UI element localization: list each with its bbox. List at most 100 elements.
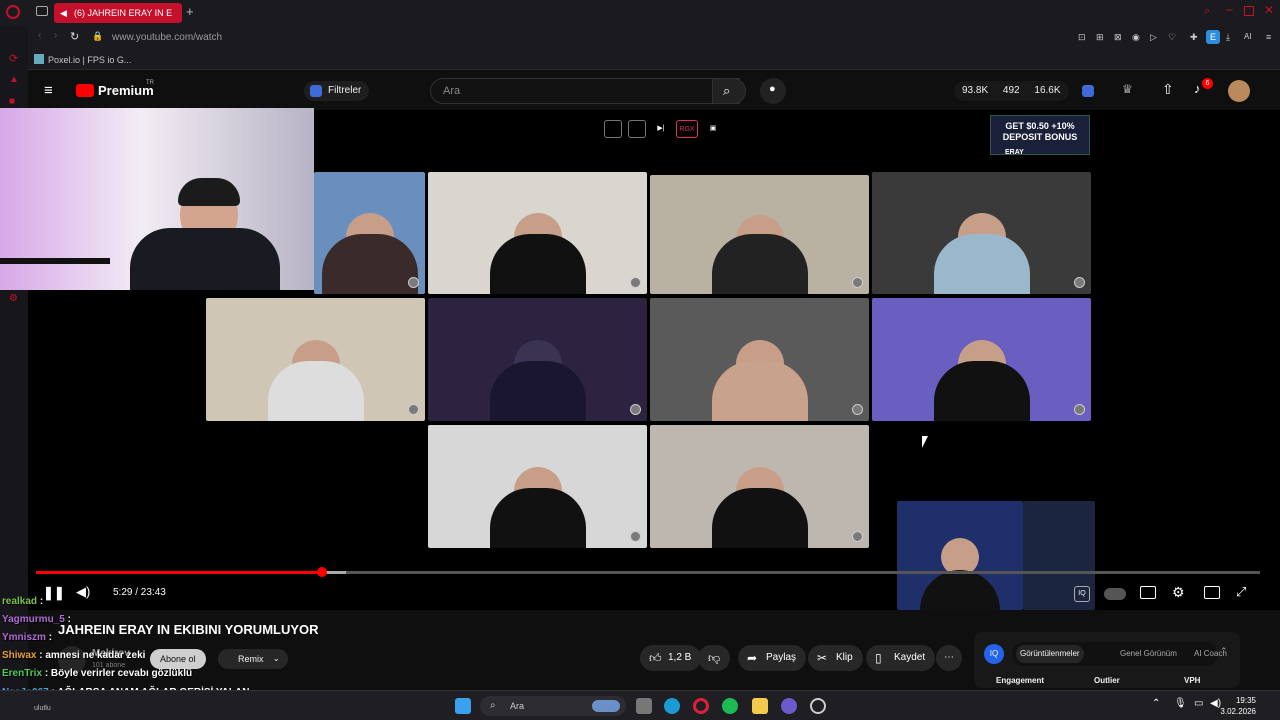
remix-button[interactable]: Remix ⌄ (218, 649, 288, 669)
subtitles-icon[interactable] (1140, 586, 1156, 599)
chat-message: Ymniszm : (2, 632, 52, 643)
bookmarks-bar: Poxel.io | FPS io G... (28, 50, 1280, 70)
ad-sub: ERAY (1005, 149, 1024, 156)
close-window-button[interactable]: ✕ (1264, 3, 1274, 17)
bell-icon[interactable]: ♪ (1194, 81, 1201, 96)
tab-overview-icon[interactable] (36, 6, 48, 16)
enter-icon[interactable] (628, 120, 646, 138)
skip-icon[interactable]: ▶| (652, 120, 670, 138)
more-button[interactable]: ⋯ (936, 645, 962, 671)
taskbar-search[interactable]: ⌕ Ara (480, 696, 626, 716)
back-icon[interactable]: ‹ (38, 30, 41, 41)
iq-panel-icon: IQ (984, 644, 1004, 664)
download-icon[interactable]: ⤓ (1226, 32, 1230, 43)
puzzle-icon[interactable]: ✚ (1190, 32, 1198, 43)
streamer-hair (178, 178, 240, 206)
url-field[interactable]: www.youtube.com/watch (112, 32, 222, 43)
rgx-button[interactable]: RGX (676, 120, 698, 138)
profile-e-icon[interactable]: E (1206, 30, 1220, 44)
task-view-icon[interactable] (636, 698, 652, 714)
chat-text: : (48, 632, 53, 643)
refresh-sidebar-icon[interactable]: ⟳ (9, 52, 18, 65)
like-count: 1,2 B (668, 652, 692, 663)
spotify-icon[interactable] (722, 698, 738, 714)
remix-label: Remix (238, 654, 264, 664)
like-button[interactable]: 👍︎ 1,2 B (640, 645, 702, 671)
tab-views[interactable]: Görüntülenmeler (1016, 645, 1084, 663)
opera-menu-icon[interactable] (6, 5, 20, 19)
webcam-7 (650, 298, 869, 421)
search-button[interactable]: ⌕ (712, 78, 746, 104)
search-input[interactable]: Ara (430, 78, 740, 104)
miniplayer-icon[interactable] (1204, 586, 1220, 599)
filter-button[interactable]: Filtreler (304, 81, 370, 101)
clip-button[interactable]: ✂ Klip (808, 645, 863, 671)
progress-bar[interactable] (36, 567, 1260, 577)
ad-banner[interactable]: GET $0.50 +10% DEPOSIT BONUS ERAY (990, 115, 1090, 156)
chat-icon[interactable]: ■ (9, 96, 15, 107)
youtube-logo-icon[interactable] (76, 84, 94, 97)
dislike-button[interactable]: 👎︎ (698, 645, 731, 671)
network-icon[interactable]: ▭ (1194, 698, 1203, 709)
tab-youtube[interactable]: ◀ (6) JAHREIN ERAY IN E (54, 3, 182, 23)
chat-username[interactable]: Shiwax (2, 650, 36, 661)
menu-icon[interactable]: ≡ (1266, 32, 1271, 42)
notes-icon[interactable] (781, 698, 797, 714)
chevron-up-icon[interactable]: ⌃ (1152, 698, 1160, 709)
settings-sidebar-icon[interactable]: ⚙ (9, 293, 18, 304)
webcam-6 (428, 298, 647, 421)
pin-icon[interactable]: ⊡ (1078, 32, 1086, 43)
chat-username[interactable]: ErenTrix (2, 668, 42, 679)
mic-tray-icon[interactable]: 🎙︎ (1174, 698, 1187, 709)
chat-username[interactable]: Ymniszm (2, 632, 46, 643)
voice-search-button[interactable]: ● (760, 78, 786, 104)
chat-message: Shiwax : amnesi ne kadar zeki (2, 650, 145, 661)
windows-start-icon[interactable] (455, 698, 471, 714)
app-icon[interactable] (810, 698, 826, 714)
chat-message: Yagmurmu_5 : (2, 614, 71, 625)
avatar[interactable] (1228, 80, 1250, 102)
upload-icon[interactable]: ⇧ (1162, 81, 1174, 98)
pip-icon[interactable] (604, 120, 622, 138)
new-tab-button[interactable]: + (186, 4, 194, 19)
heart-icon[interactable]: ♡ (1168, 32, 1176, 43)
chat-username[interactable]: Yagmurmu_5 (2, 614, 65, 625)
settings-gear-icon[interactable]: ⚙ (1172, 584, 1185, 601)
explorer-icon[interactable] (752, 698, 768, 714)
chat-username[interactable]: realkad (2, 596, 37, 607)
theater-icon[interactable]: ▣ (704, 120, 722, 138)
hamburger-icon[interactable]: ≡ (44, 82, 53, 99)
pause-icon[interactable]: ❚❚ (43, 585, 65, 601)
reload-icon[interactable]: ↻ (70, 30, 79, 43)
ai-icon[interactable]: AI (1244, 32, 1252, 41)
search-tabs-icon[interactable]: ⌕ (1204, 5, 1210, 18)
iq-ext-icon[interactable] (1082, 85, 1094, 97)
taskbar-search-icon: ⌕ (490, 700, 496, 711)
forward-icon[interactable]: › (54, 30, 57, 41)
collapse-icon[interactable]: ⌃ (1220, 646, 1228, 657)
volume-tray-icon[interactable]: ◀) (1210, 698, 1221, 709)
shield-icon[interactable]: ⊠ (1114, 32, 1122, 43)
maximize-button[interactable] (1244, 6, 1254, 16)
bag-icon[interactable]: ▲ (9, 74, 19, 85)
minimize-button[interactable]: – (1226, 2, 1233, 16)
edge-icon[interactable] (664, 698, 680, 714)
fullscreen-icon[interactable]: ⤢ (1236, 584, 1246, 600)
tab-overview[interactable]: Genel Görünüm (1120, 645, 1177, 663)
clock[interactable]: 19:35 3.02.2026 (1220, 695, 1256, 717)
share-button[interactable]: ➦ Paylaş (738, 645, 807, 671)
progress-played (36, 571, 323, 574)
webcam-2 (428, 172, 647, 294)
bookmark-poxel[interactable]: Poxel.io | FPS io G... (48, 55, 131, 65)
tab-ai-coach[interactable]: AI Coach (1194, 645, 1234, 663)
camera-icon[interactable]: ◉ (1132, 32, 1140, 43)
autoplay-toggle[interactable] (1104, 588, 1126, 600)
subscribe-button[interactable]: Abone ol (150, 649, 206, 669)
save-button[interactable]: ▯ Kaydet (866, 645, 936, 671)
screenshot-icon[interactable]: ⊞ (1096, 32, 1104, 43)
opera-taskbar-icon[interactable] (693, 698, 709, 714)
volume-icon[interactable]: ◀) (76, 584, 90, 600)
play-icon[interactable]: ▷ (1150, 32, 1157, 43)
iq-player-icon[interactable]: IQ (1074, 586, 1090, 602)
trophy-icon[interactable]: ♕ (1122, 82, 1133, 96)
